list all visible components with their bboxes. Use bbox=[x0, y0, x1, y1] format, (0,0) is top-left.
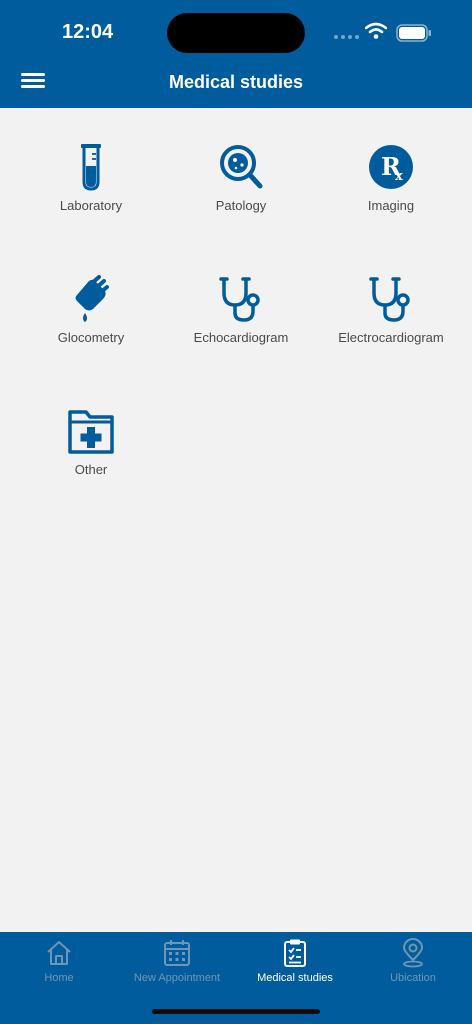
cellular-signal-icon bbox=[334, 35, 359, 39]
study-patology[interactable]: Patology bbox=[166, 142, 316, 242]
study-echocardiogram[interactable]: Echocardiogram bbox=[166, 274, 316, 374]
status-time: 12:04 bbox=[62, 21, 114, 43]
svg-text:x: x bbox=[395, 169, 403, 184]
rx-icon: R x bbox=[366, 142, 416, 192]
study-label: Electrocardiogram bbox=[338, 330, 444, 345]
study-label: Echocardiogram bbox=[193, 330, 289, 345]
stethoscope-icon bbox=[216, 274, 266, 324]
nav-home[interactable]: Home bbox=[0, 932, 118, 1024]
home-indicator bbox=[152, 1009, 320, 1014]
magnifier-cell-icon bbox=[216, 142, 266, 192]
nav-label: New Appointment bbox=[133, 972, 221, 984]
clipboard-icon bbox=[284, 939, 306, 967]
calendar-icon bbox=[164, 940, 190, 966]
nav-label: Medical studies bbox=[257, 972, 333, 984]
battery-icon bbox=[396, 24, 431, 42]
study-label: Imaging bbox=[367, 198, 415, 213]
location-pin-icon bbox=[402, 938, 424, 968]
medical-folder-icon bbox=[66, 406, 116, 456]
wifi-icon bbox=[365, 22, 387, 39]
test-tube-icon bbox=[66, 142, 116, 192]
study-label: Other bbox=[74, 462, 108, 477]
nav-label: Ubication bbox=[390, 972, 436, 984]
finger-drop-icon bbox=[66, 274, 116, 324]
study-label: Laboratory bbox=[59, 198, 123, 213]
study-electrocardiogram[interactable]: Electrocardiogram bbox=[316, 274, 466, 374]
nav-ubication[interactable]: Ubication bbox=[354, 932, 472, 1024]
stethoscope-icon bbox=[366, 274, 416, 324]
page-title: Medical studies bbox=[168, 72, 304, 92]
study-other[interactable]: Other bbox=[16, 406, 166, 506]
home-icon bbox=[47, 941, 71, 965]
study-laboratory[interactable]: Laboratory bbox=[16, 142, 166, 242]
dynamic-island bbox=[167, 13, 305, 53]
study-imaging[interactable]: R x Imaging bbox=[316, 142, 466, 242]
study-label: Glocometry bbox=[57, 330, 125, 345]
study-glocometry[interactable]: Glocometry bbox=[16, 274, 166, 374]
app-header: 12:04 Medical studies bbox=[0, 0, 472, 108]
nav-label: Home bbox=[44, 972, 74, 984]
study-label: Patology bbox=[215, 198, 267, 213]
